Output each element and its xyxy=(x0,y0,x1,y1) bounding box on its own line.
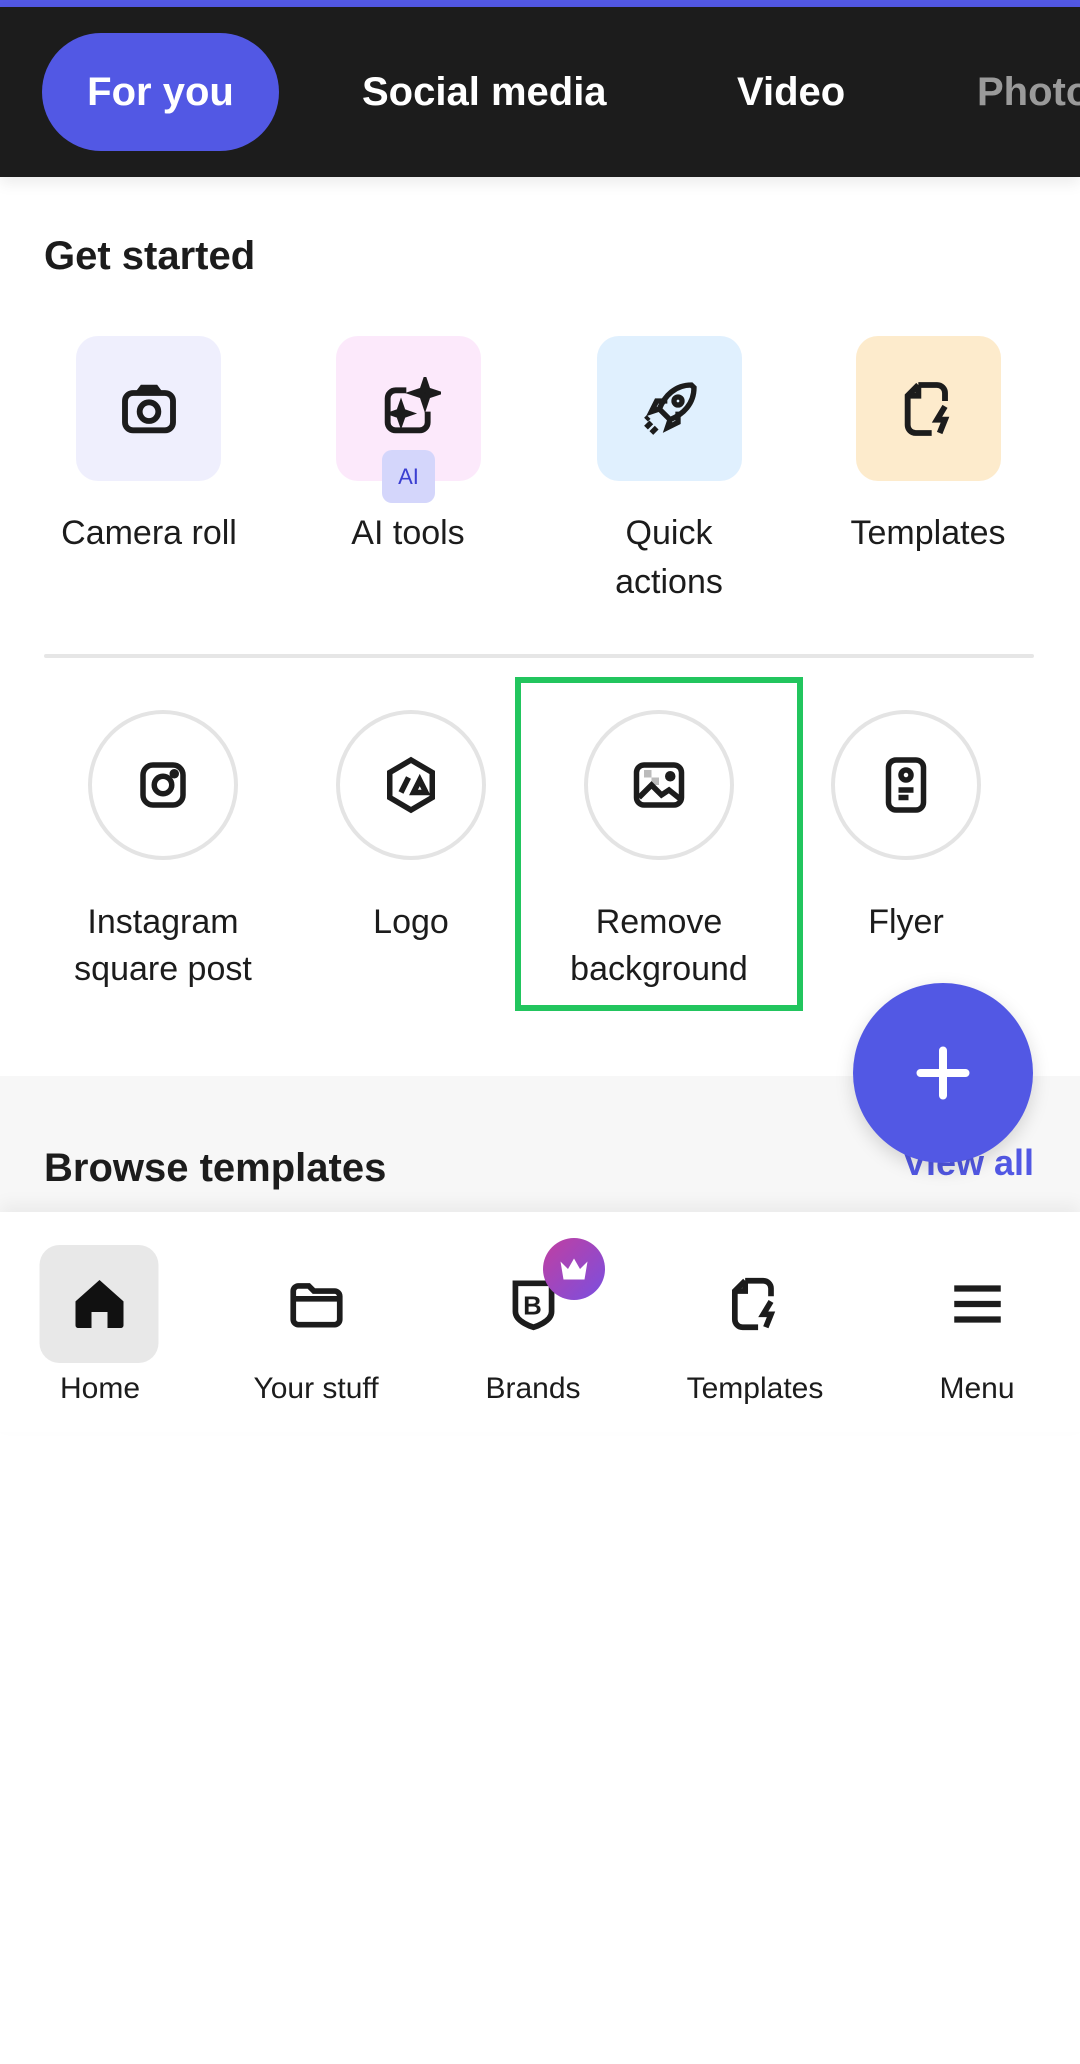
plus-icon xyxy=(916,1046,970,1100)
camera-roll-label: Camera roll xyxy=(61,514,237,552)
create-button[interactable] xyxy=(853,983,1033,1163)
templates-button[interactable] xyxy=(856,336,1001,481)
premium-crown-badge xyxy=(543,1238,605,1300)
template-icon xyxy=(904,381,949,436)
ai-tools-label: AI tools xyxy=(351,514,465,552)
instagram-icon xyxy=(140,762,186,808)
nav-your-stuff[interactable]: Your stuff xyxy=(216,1212,416,1432)
svg-text:B: B xyxy=(523,1292,542,1320)
nav-home[interactable]: Home xyxy=(0,1212,200,1432)
ai-badge: AI xyxy=(382,450,435,503)
nav-templates-label: Templates xyxy=(686,1372,824,1405)
camera-icon xyxy=(121,384,176,433)
quick-actions-label: Quick xyxy=(625,514,713,552)
nav-templates[interactable]: Templates xyxy=(655,1212,855,1432)
folder-icon xyxy=(257,1245,376,1363)
divider xyxy=(44,654,1034,658)
sparkle-icon xyxy=(384,376,441,433)
logo-button[interactable] xyxy=(336,710,486,860)
logo-label: Logo xyxy=(373,903,449,941)
rocket-icon xyxy=(643,381,697,435)
tab-video[interactable]: Video xyxy=(737,33,845,151)
camera-roll-button[interactable] xyxy=(76,336,221,481)
crown-icon xyxy=(560,1258,588,1280)
nav-your-stuff-label: Your stuff xyxy=(253,1372,379,1405)
flyer-icon xyxy=(885,757,927,813)
nav-menu[interactable]: Menu xyxy=(877,1212,1077,1432)
tab-for-you[interactable]: For you xyxy=(42,33,279,151)
tab-photo[interactable]: Photo xyxy=(977,33,1080,151)
nav-brands-label: Brands xyxy=(485,1372,581,1405)
section-title-browse-templates: Browse templates xyxy=(44,1146,387,1190)
flyer-label: Flyer xyxy=(868,903,944,941)
nav-home-label: Home xyxy=(59,1372,141,1405)
instagram-post-button[interactable] xyxy=(88,710,238,860)
bottom-nav: Home Your stuff B Brands Templates Menu xyxy=(0,1212,1080,1432)
category-tabs: For you Social media Video Photo xyxy=(0,7,1080,177)
logo-icon xyxy=(387,756,435,814)
home-icon xyxy=(39,1245,159,1363)
top-accent-bar xyxy=(0,0,1080,7)
nav-menu-label: Menu xyxy=(939,1372,1015,1405)
highlight-box xyxy=(515,677,803,1011)
section-title-get-started: Get started xyxy=(44,234,256,278)
quick-actions-label-2: actions xyxy=(615,563,723,601)
quick-actions-button[interactable] xyxy=(597,336,742,481)
flyer-button[interactable] xyxy=(831,710,981,860)
instagram-label: Instagram xyxy=(87,903,239,941)
template-icon xyxy=(696,1245,815,1363)
instagram-label-2: square post xyxy=(74,950,252,988)
templates-label: Templates xyxy=(850,514,1006,552)
tab-social-media[interactable]: Social media xyxy=(362,33,607,151)
menu-icon xyxy=(918,1245,1037,1363)
nav-brands[interactable]: B Brands xyxy=(433,1212,633,1432)
